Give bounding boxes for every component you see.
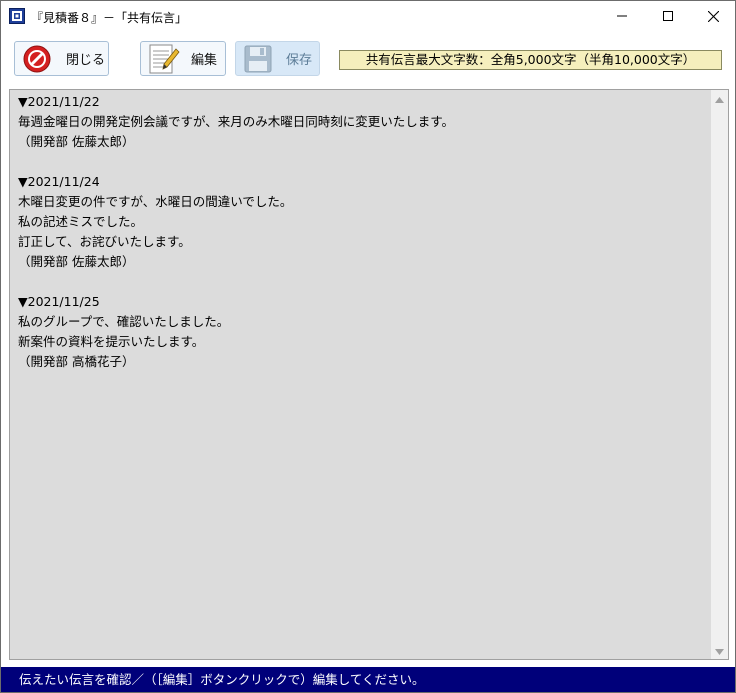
edit-button-label: 編集 <box>191 53 218 68</box>
memo-line: 新案件の資料を提示いたします。 <box>18 334 205 349</box>
maximize-icon <box>663 11 673 21</box>
shared-message-content: ▼2021/11/22 毎週金曜日の開発定例会議ですが、来月のみ木曜日同時刻に変更… <box>18 92 706 372</box>
close-button[interactable]: 閉じる <box>14 41 109 76</box>
no-entry-icon <box>22 44 52 74</box>
max-char-limit-label: 共有伝言最大文字数：全角5,000文字（半角10,000文字） <box>339 50 722 70</box>
memo-line: ▼2021/11/25 <box>18 294 100 309</box>
status-bar: 伝えたい伝言を確認／（［編集］ボタンクリックで）編集してください。 <box>1 667 735 692</box>
memo-line: 毎週金曜日の開発定例会議ですが、来月のみ木曜日同時刻に変更いたします。 <box>18 114 455 129</box>
memo-line <box>18 152 706 172</box>
close-window-button[interactable] <box>690 1 735 31</box>
toolbar: 閉じる 編集 保存 共有伝言最大文字数：全角5,000文字（半角10,000文字… <box>1 32 735 86</box>
memo-line: ▼2021/11/24 <box>18 174 100 189</box>
memo-line: （開発部 佐藤太郎） <box>18 254 135 269</box>
document-pencil-icon <box>147 43 181 75</box>
memo-line: （開発部 佐藤太郎） <box>18 134 135 149</box>
maximize-button[interactable] <box>645 1 691 31</box>
minimize-icon <box>617 11 627 21</box>
memo-line: ▼2021/11/22 <box>18 94 100 109</box>
shared-message-textarea[interactable]: ▼2021/11/22 毎週金曜日の開発定例会議ですが、来月のみ木曜日同時刻に変更… <box>9 89 729 660</box>
minimize-button[interactable] <box>599 1 645 31</box>
scroll-down-button[interactable] <box>711 642 728 659</box>
memo-line: 訂正して、お詫びいたします。 <box>18 234 191 249</box>
memo-line: 私の記述ミスでした。 <box>18 214 144 229</box>
close-button-label: 閉じる <box>66 53 106 68</box>
edit-button[interactable]: 編集 <box>140 41 226 76</box>
app-window: 『見積番８』－「共有伝言」 閉じる 編集 保存 共有伝言最大文字数：全角5,00… <box>0 0 736 693</box>
floppy-disk-icon <box>244 45 272 73</box>
scroll-down-arrow-icon <box>715 644 724 658</box>
memo-line: 木曜日変更の件ですが、水曜日の間違いでした。 <box>18 194 293 209</box>
save-button[interactable]: 保存 <box>235 41 320 76</box>
save-button-label: 保存 <box>286 53 313 68</box>
memo-line: （開発部 高橋花子） <box>18 354 135 369</box>
app-window-icon[interactable] <box>9 8 25 24</box>
window-title: 『見積番８』－「共有伝言」 <box>31 11 188 25</box>
memo-line <box>18 272 706 292</box>
title-bar[interactable]: 『見積番８』－「共有伝言」 <box>1 1 735 31</box>
vertical-scrollbar[interactable] <box>711 90 728 659</box>
close-icon <box>707 10 719 22</box>
scroll-up-arrow-icon <box>715 92 724 106</box>
scroll-up-button[interactable] <box>711 90 728 107</box>
memo-line: 私のグループで、確認いたしました。 <box>18 314 230 329</box>
